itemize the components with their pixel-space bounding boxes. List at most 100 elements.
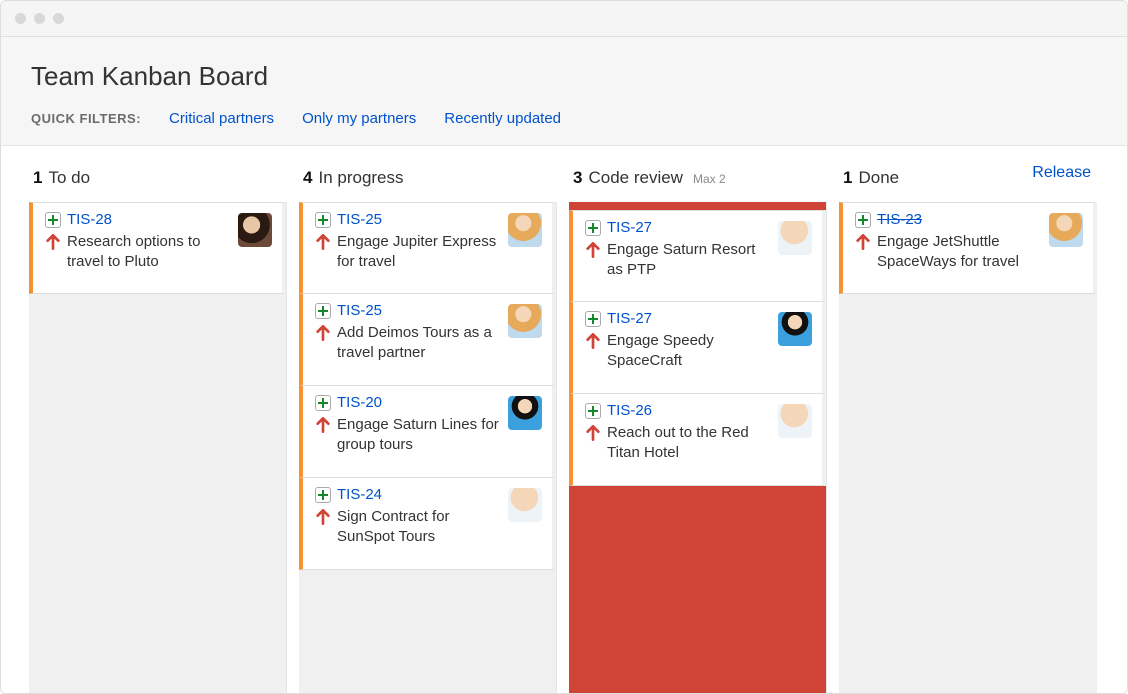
- board-column: 4In progress TIS-25 Engage Jupiter Expre…: [299, 156, 557, 693]
- release-link[interactable]: Release: [1032, 164, 1091, 182]
- column-header: 4In progress: [299, 156, 557, 202]
- column-body[interactable]: TIS-23 Engage JetShuttle SpaceWays for t…: [839, 202, 1097, 693]
- card-content: TIS-28 Research options to travel to Plu…: [45, 211, 230, 279]
- cards-container: TIS-25 Engage Jupiter Express for travel…: [299, 202, 556, 570]
- board-column: 1To do TIS-28 Research options to travel…: [29, 156, 287, 693]
- issue-key-link[interactable]: TIS-27: [607, 219, 652, 236]
- issue-key-link[interactable]: TIS-20: [337, 394, 382, 411]
- priority-high-icon: [585, 425, 601, 441]
- priority-high-icon: [315, 234, 331, 250]
- board-body: Release 1To do TIS-28 Research options t…: [1, 146, 1127, 693]
- story-icon: [315, 212, 331, 228]
- cards-container: TIS-27 Engage Saturn Resort as PTP TIS-2…: [569, 210, 826, 486]
- card-summary-row: Reach out to the Red Titan Hotel: [585, 423, 770, 462]
- board-header: Team Kanban Board QUICK FILTERS: Critica…: [1, 37, 1127, 146]
- issue-summary: Research options to travel to Pluto: [67, 232, 230, 271]
- card-summary-row: Add Deimos Tours as a travel partner: [315, 323, 500, 362]
- story-icon: [585, 403, 601, 419]
- wip-limit-overflow: [569, 486, 826, 693]
- issue-key-link[interactable]: TIS-25: [337, 211, 382, 228]
- card-summary-row: Engage Saturn Lines for group tours: [315, 415, 500, 454]
- card-content: TIS-27 Engage Speedy SpaceCraft: [585, 310, 770, 379]
- column-count: 1: [843, 168, 852, 188]
- quick-filter-link[interactable]: Recently updated: [444, 110, 561, 127]
- issue-summary: Add Deimos Tours as a travel partner: [337, 323, 500, 362]
- issue-card[interactable]: TIS-20 Engage Saturn Lines for group tou…: [299, 386, 556, 478]
- issue-summary: Sign Contract for SunSpot Tours: [337, 507, 500, 546]
- card-summary-row: Research options to travel to Pluto: [45, 232, 230, 271]
- column-header: 3 Code review Max 2: [569, 156, 827, 202]
- issue-card[interactable]: TIS-24 Sign Contract for SunSpot Tours: [299, 478, 556, 570]
- assignee-avatar[interactable]: [778, 221, 812, 255]
- window-minimize-button[interactable]: [34, 13, 45, 24]
- issue-summary: Engage Saturn Resort as PTP: [607, 240, 770, 279]
- column-body[interactable]: TIS-28 Research options to travel to Plu…: [29, 202, 287, 693]
- card-summary-row: Sign Contract for SunSpot Tours: [315, 507, 500, 546]
- issue-card[interactable]: TIS-27 Engage Speedy SpaceCraft: [569, 302, 826, 394]
- card-content: TIS-25 Add Deimos Tours as a travel part…: [315, 302, 500, 371]
- assignee-avatar[interactable]: [508, 488, 542, 522]
- priority-high-icon: [45, 234, 61, 250]
- card-content: TIS-23 Engage JetShuttle SpaceWays for t…: [855, 211, 1041, 279]
- priority-high-icon: [585, 242, 601, 258]
- card-content: TIS-26 Reach out to the Red Titan Hotel: [585, 402, 770, 471]
- wip-limit-indicator: [569, 202, 826, 210]
- window-titlebar: [1, 1, 1127, 37]
- story-icon: [855, 212, 871, 228]
- story-icon: [315, 303, 331, 319]
- card-summary-row: Engage Saturn Resort as PTP: [585, 240, 770, 279]
- issue-key-link[interactable]: TIS-25: [337, 302, 382, 319]
- card-content: TIS-27 Engage Saturn Resort as PTP: [585, 219, 770, 287]
- quick-filters-label: QUICK FILTERS:: [31, 111, 141, 126]
- assignee-avatar[interactable]: [778, 404, 812, 438]
- assignee-avatar[interactable]: [778, 312, 812, 346]
- story-icon: [585, 311, 601, 327]
- cards-container: TIS-28 Research options to travel to Plu…: [29, 202, 286, 294]
- card-id-row: TIS-27: [585, 310, 770, 327]
- column-header: 1To do: [29, 156, 287, 202]
- assignee-avatar[interactable]: [508, 396, 542, 430]
- column-name: Code review: [588, 168, 683, 188]
- card-summary-row: Engage JetShuttle SpaceWays for travel: [855, 232, 1041, 271]
- priority-high-icon: [855, 234, 871, 250]
- issue-key-link[interactable]: TIS-23: [877, 211, 922, 228]
- board-title: Team Kanban Board: [31, 61, 1097, 92]
- card-id-row: TIS-27: [585, 219, 770, 236]
- issue-card[interactable]: TIS-23 Engage JetShuttle SpaceWays for t…: [839, 202, 1097, 294]
- card-content: TIS-24 Sign Contract for SunSpot Tours: [315, 486, 500, 555]
- quick-filters-row: QUICK FILTERS: Critical partners Only my…: [31, 110, 1097, 127]
- assignee-avatar[interactable]: [1049, 213, 1083, 247]
- card-content: TIS-25 Engage Jupiter Express for travel: [315, 211, 500, 279]
- column-count: 4: [303, 168, 312, 188]
- issue-card[interactable]: TIS-27 Engage Saturn Resort as PTP: [569, 210, 826, 302]
- window-maximize-button[interactable]: [53, 13, 64, 24]
- issue-card[interactable]: TIS-25 Engage Jupiter Express for travel: [299, 202, 556, 294]
- board-column: 3 Code review Max 2 TIS-27 Engage Saturn R…: [569, 156, 827, 693]
- assignee-avatar[interactable]: [238, 213, 272, 247]
- column-count: 3: [573, 168, 582, 188]
- issue-card[interactable]: TIS-26 Reach out to the Red Titan Hotel: [569, 394, 826, 486]
- column-max-label: Max 2: [693, 172, 726, 186]
- story-icon: [45, 212, 61, 228]
- issue-key-link[interactable]: TIS-28: [67, 211, 112, 228]
- issue-key-link[interactable]: TIS-24: [337, 486, 382, 503]
- assignee-avatar[interactable]: [508, 213, 542, 247]
- column-body[interactable]: TIS-25 Engage Jupiter Express for travel…: [299, 202, 557, 693]
- issue-card[interactable]: TIS-28 Research options to travel to Plu…: [29, 202, 286, 294]
- quick-filter-link[interactable]: Only my partners: [302, 110, 416, 127]
- column-body[interactable]: TIS-27 Engage Saturn Resort as PTP TIS-2…: [569, 202, 827, 693]
- column-name: Done: [858, 168, 899, 188]
- quick-filter-link[interactable]: Critical partners: [169, 110, 274, 127]
- app-window: Team Kanban Board QUICK FILTERS: Critica…: [0, 0, 1128, 694]
- issue-key-link[interactable]: TIS-26: [607, 402, 652, 419]
- priority-high-icon: [315, 509, 331, 525]
- card-id-row: TIS-28: [45, 211, 230, 228]
- issue-summary: Engage Speedy SpaceCraft: [607, 331, 770, 370]
- window-close-button[interactable]: [15, 13, 26, 24]
- issue-card[interactable]: TIS-25 Add Deimos Tours as a travel part…: [299, 294, 556, 386]
- assignee-avatar[interactable]: [508, 304, 542, 338]
- column-count: 1: [33, 168, 42, 188]
- priority-high-icon: [315, 325, 331, 341]
- priority-high-icon: [585, 333, 601, 349]
- issue-key-link[interactable]: TIS-27: [607, 310, 652, 327]
